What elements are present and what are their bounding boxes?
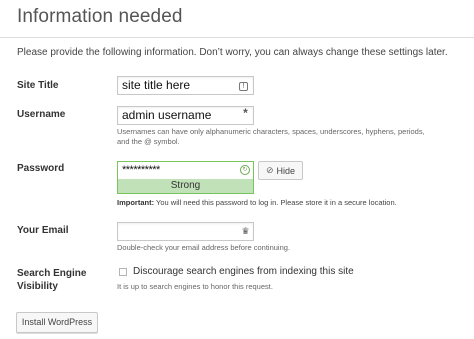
autofill-key-icon[interactable]: ! xyxy=(239,82,248,91)
password-important-note: Important: You will need this password t… xyxy=(117,198,397,207)
search-visibility-description: It is up to search engines to honor this… xyxy=(117,282,273,291)
username-value: admin username xyxy=(122,108,212,122)
search-visibility-label: Search Engine Visibility xyxy=(17,267,86,293)
site-title-label: Site Title xyxy=(17,80,59,91)
password-label: Password xyxy=(17,163,65,174)
email-label: Your Email xyxy=(17,225,69,236)
email-description: Double-check your email address before c… xyxy=(117,243,291,252)
username-label: Username xyxy=(17,109,66,120)
discourage-search-label[interactable]: Discourage search engines from indexing … xyxy=(133,266,354,277)
password-strength-meter: Strong xyxy=(117,179,254,194)
heading-divider xyxy=(0,37,474,38)
intro-text: Please provide the following information… xyxy=(17,47,448,58)
username-input[interactable]: admin username * xyxy=(117,106,254,125)
page-title: Information needed xyxy=(17,6,183,27)
email-input[interactable]: ♛ xyxy=(117,222,254,241)
install-page: Information needed Please provide the fo… xyxy=(0,0,474,339)
password-generate-icon[interactable]: ↻ xyxy=(240,165,250,175)
search-visibility-label-line2: Visibility xyxy=(17,281,58,292)
install-wordpress-button[interactable]: Install WordPress xyxy=(16,312,98,333)
discourage-search-checkbox[interactable] xyxy=(119,268,127,276)
password-value: ********** xyxy=(122,164,160,176)
hide-button-label: Hide xyxy=(276,165,296,176)
autofill-person-icon[interactable]: ♛ xyxy=(241,226,250,236)
password-input[interactable]: ********** ↻ xyxy=(117,161,254,180)
autofill-asterisk-icon[interactable]: * xyxy=(241,107,250,119)
username-description: Usernames can have only alphanumeric cha… xyxy=(117,127,425,146)
hide-password-button[interactable]: ⊘ Hide xyxy=(258,161,303,180)
important-prefix: Important: xyxy=(117,198,155,207)
important-text: You will need this password to log in. P… xyxy=(154,198,397,207)
eye-slash-icon: ⊘ xyxy=(265,165,274,175)
site-title-value: site title here xyxy=(122,78,191,92)
search-visibility-label-line1: Search Engine xyxy=(17,268,87,279)
site-title-input[interactable]: site title here ! xyxy=(117,76,254,95)
